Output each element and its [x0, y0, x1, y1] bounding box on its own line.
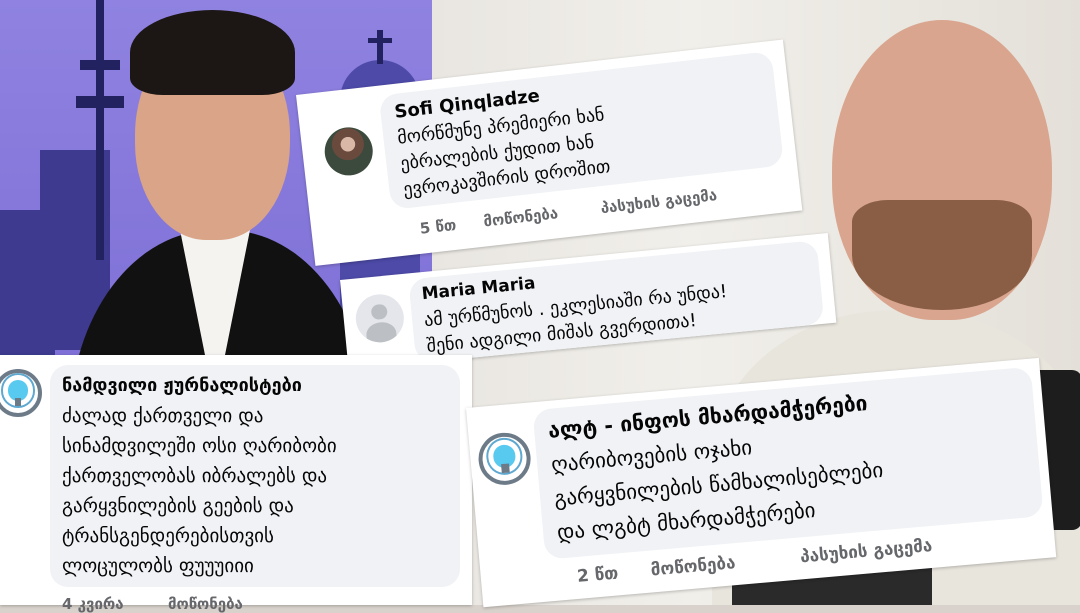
comment-line: სინამდვილეში ოსი ღარიბობი [62, 435, 337, 457]
comment-line: ტრანსგენდერებისთვის [62, 525, 274, 547]
comment-line: ლოცულობს ფუუუიიი [62, 555, 254, 577]
comment-line: ძალად ქართველი და [62, 405, 264, 427]
comment-line: ქართველობას იბრალებს და [62, 465, 328, 487]
comment-line: გარყვნილების გეების და [62, 495, 294, 517]
church-cross [368, 38, 392, 43]
commenter-name[interactable]: ნამდვილი ჟურნალისტები [62, 375, 302, 396]
comment-timestamp: 2 წთ [576, 563, 620, 587]
skyline-building [0, 210, 55, 360]
man-right-beard [852, 200, 1032, 310]
tv-tower-platform [80, 60, 120, 70]
tv-tower-platform [76, 96, 124, 108]
like-button[interactable]: მოწონება [168, 595, 243, 613]
tv-tower [96, 0, 104, 260]
comment-timestamp: 4 კვირა [62, 595, 124, 613]
church-cross [377, 30, 383, 64]
man-left-hair [130, 10, 295, 95]
